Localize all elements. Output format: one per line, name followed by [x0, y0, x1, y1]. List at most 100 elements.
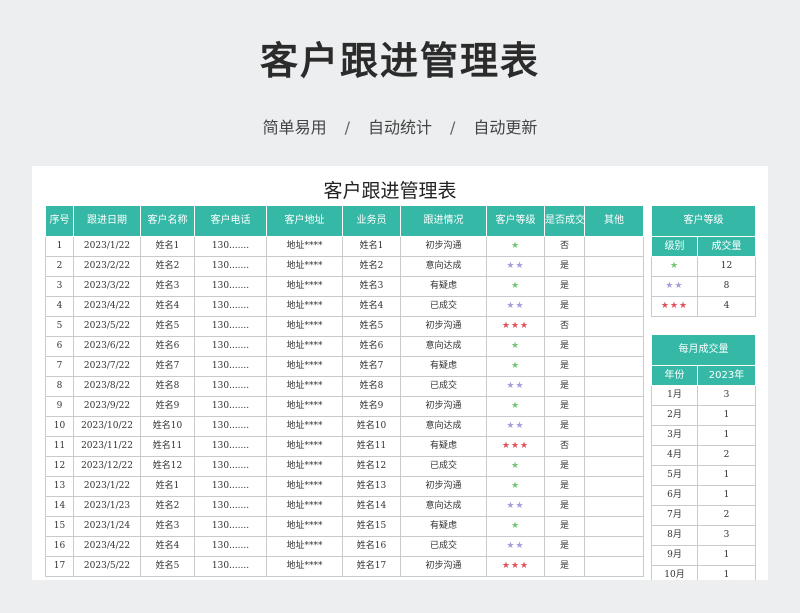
month-cell: 9月: [651, 545, 698, 566]
col-salesperson-cell: 姓名14: [342, 496, 401, 517]
year-value-header: 2023年: [697, 365, 756, 386]
star-icon: ★★: [506, 541, 525, 551]
level-row: ★ 12: [651, 256, 756, 277]
col-closed-cell: 是: [544, 496, 585, 517]
col-status-cell: 已成交: [400, 296, 487, 317]
col-phone-cell: 130.......: [194, 316, 267, 337]
col-closed-cell: 是: [544, 256, 585, 277]
col-address-cell: 地址****: [266, 316, 343, 337]
col-customer-cell: 姓名11: [140, 436, 195, 457]
col-salesperson-cell: 姓名4: [342, 296, 401, 317]
col-salesperson-cell: 姓名17: [342, 556, 401, 577]
col-closed-cell: 是: [544, 376, 585, 397]
month-count-cell: 1: [697, 545, 756, 566]
col-customer-cell: 姓名1: [140, 476, 195, 497]
level-cell: ★: [486, 476, 545, 497]
table-row: 9 2023/9/22 姓名9 130....... 地址**** 姓名9 初步沟通 ★ 是: [45, 396, 644, 417]
col-other-cell: [584, 296, 644, 317]
col-address-cell: 地址****: [266, 376, 343, 397]
level-summary-table: 客户等级 级别 成交量 ★ 12 ★★ 8 ★★★ 4: [651, 205, 756, 317]
col-date-cell: 2023/4/22: [73, 536, 141, 557]
col-phone-cell: 130.......: [194, 336, 267, 357]
col-seq-cell: 5: [45, 316, 74, 337]
col-other-cell: [584, 536, 644, 557]
col-customer-cell: 姓名2: [140, 496, 195, 517]
col-phone-cell: 130.......: [194, 476, 267, 497]
col-salesperson-cell: 姓名9: [342, 396, 401, 417]
col-other-cell: [584, 476, 644, 497]
col-status-cell: 初步沟通: [400, 316, 487, 337]
col-date-header: 跟进日期: [73, 205, 141, 237]
table-row: 2 2023/2/22 姓名2 130....... 地址**** 姓名2 意向达成 ★★ 是: [45, 256, 644, 277]
col-phone-cell: 130.......: [194, 356, 267, 377]
month-count-cell: 1: [697, 465, 756, 486]
separator: /: [450, 118, 456, 137]
col-date-cell: 2023/6/22: [73, 336, 141, 357]
col-phone-cell: 130.......: [194, 556, 267, 577]
table-row: 15 2023/1/24 姓名3 130....... 地址**** 姓名15 有疑虑 ★ 是: [45, 516, 644, 537]
monthly-deals-table: 每月成交量 年份 2023年 1月 3 2月 1 3月 1 4月 2 5月 1 6月 1 7月 2 8月 3 9…: [651, 334, 756, 580]
level-cell: ★: [651, 256, 698, 277]
level-cell: ★★★: [651, 296, 698, 317]
month-cell: 2月: [651, 405, 698, 426]
col-seq-cell: 3: [45, 276, 74, 297]
col-status-cell: 意向达成: [400, 416, 487, 437]
level-cell: ★: [486, 276, 545, 297]
col-status-cell: 已成交: [400, 376, 487, 397]
star-icon: ★★★: [501, 561, 530, 571]
col-other-cell: [584, 396, 644, 417]
col-status-cell: 意向达成: [400, 256, 487, 277]
col-other-cell: [584, 256, 644, 277]
col-seq-cell: 6: [45, 336, 74, 357]
col-seq-cell: 10: [45, 416, 74, 437]
month-count-cell: 1: [697, 425, 756, 446]
month-row: 1月 3: [651, 385, 756, 406]
col-salesperson-cell: 姓名10: [342, 416, 401, 437]
col-phone-cell: 130.......: [194, 396, 267, 417]
level-cell: ★: [486, 516, 545, 537]
col-address-cell: 地址****: [266, 416, 343, 437]
table-row: 17 2023/5/22 姓名5 130....... 地址**** 姓名17 初步沟通 ★★…: [45, 556, 644, 577]
col-customer-cell: 姓名4: [140, 536, 195, 557]
level-count-cell: 12: [697, 256, 756, 277]
col-salesperson-cell: 姓名15: [342, 516, 401, 537]
level-cell: ★★: [486, 536, 545, 557]
col-address-cell: 地址****: [266, 536, 343, 557]
month-count-cell: 1: [697, 485, 756, 506]
month-cell: 10月: [651, 565, 698, 580]
month-row: 7月 2: [651, 505, 756, 526]
col-phone-cell: 130.......: [194, 256, 267, 277]
col-customer-cell: 姓名5: [140, 316, 195, 337]
col-other-cell: [584, 336, 644, 357]
table-row: 7 2023/7/22 姓名7 130....... 地址**** 姓名7 有疑虑 ★ 是: [45, 356, 644, 377]
col-seq-cell: 7: [45, 356, 74, 377]
col-date-cell: 2023/7/22: [73, 356, 141, 377]
month-count-cell: 3: [697, 385, 756, 406]
col-salesperson-cell: 姓名6: [342, 336, 401, 357]
month-row: 3月 1: [651, 425, 756, 446]
feature-1: 简单易用: [262, 118, 327, 137]
level-cell: ★: [486, 456, 545, 477]
col-seq-cell: 11: [45, 436, 74, 457]
col-other-cell: [584, 516, 644, 537]
col-status-cell: 已成交: [400, 456, 487, 477]
count-col-header: 成交量: [697, 236, 756, 257]
col-address-cell: 地址****: [266, 296, 343, 317]
month-row: 5月 1: [651, 465, 756, 486]
star-icon: ★: [510, 341, 521, 351]
col-salesperson-cell: 姓名12: [342, 456, 401, 477]
col-date-cell: 2023/1/22: [73, 476, 141, 497]
col-address-cell: 地址****: [266, 276, 343, 297]
table-row: 6 2023/6/22 姓名6 130....... 地址**** 姓名6 意向达成 ★ 是: [45, 336, 644, 357]
col-salesperson-cell: 姓名7: [342, 356, 401, 377]
month-cell: 1月: [651, 385, 698, 406]
col-status-cell: 有疑虑: [400, 356, 487, 377]
col-status-cell: 意向达成: [400, 496, 487, 517]
col-customer-cell: 姓名3: [140, 276, 195, 297]
col-level-header: 客户等级: [486, 205, 545, 237]
col-address-cell: 地址****: [266, 436, 343, 457]
month-row: 4月 2: [651, 445, 756, 466]
level-cell: ★★: [486, 256, 545, 277]
star-icon: ★: [510, 281, 521, 291]
col-seq-cell: 9: [45, 396, 74, 417]
